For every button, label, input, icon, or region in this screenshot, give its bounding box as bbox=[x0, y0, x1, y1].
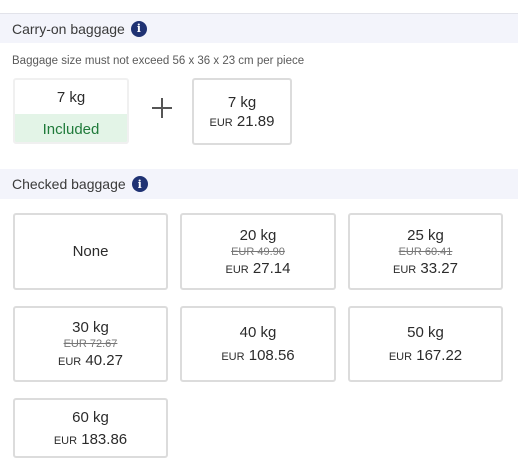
currency-label: EUR bbox=[58, 356, 82, 368]
carry-on-header: Carry-on baggage i bbox=[0, 13, 518, 43]
price-value: 108.56 bbox=[248, 347, 295, 364]
plus-icon bbox=[150, 96, 174, 120]
included-badge: Included bbox=[15, 114, 127, 142]
option-price: EUR 27.14 bbox=[226, 260, 291, 277]
option-weight: 20 kg bbox=[239, 226, 277, 244]
carry-on-title: Carry-on baggage bbox=[12, 20, 125, 37]
carry-on-extra-weight: 7 kg bbox=[227, 93, 257, 111]
option-price: EUR 167.22 bbox=[389, 347, 462, 364]
option-weight: 25 kg bbox=[407, 226, 444, 244]
option-price: EUR 108.56 bbox=[221, 347, 294, 364]
info-icon[interactable]: i bbox=[131, 176, 148, 192]
checked-option-none[interactable]: None bbox=[13, 213, 168, 290]
currency-label: EUR bbox=[393, 263, 417, 276]
carry-on-extra-option[interactable]: 7 kg EUR 21.89 bbox=[192, 78, 292, 145]
carry-on-included-option[interactable]: 7 kg Included bbox=[13, 78, 129, 144]
option-weight: None bbox=[72, 243, 109, 260]
checked-option-30kg[interactable]: 30 kg EUR 72.67 EUR 40.27 bbox=[13, 306, 168, 382]
original-price: EUR 49.90 bbox=[231, 245, 285, 258]
option-price: EUR 40.27 bbox=[58, 352, 123, 369]
checked-option-40kg[interactable]: 40 kg EUR 108.56 bbox=[180, 306, 336, 382]
carry-on-size-note: Baggage size must not exceed 56 x 36 x 2… bbox=[12, 55, 305, 67]
checked-baggage-header: Checked baggage i bbox=[0, 169, 518, 199]
price-value: 183.86 bbox=[81, 430, 128, 448]
checked-baggage-title: Checked baggage bbox=[12, 176, 126, 192]
currency-label: EUR bbox=[221, 351, 245, 363]
carry-on-extra-price: EUR 21.89 bbox=[210, 113, 275, 130]
checked-option-20kg[interactable]: 20 kg EUR 49.90 EUR 27.14 bbox=[180, 213, 336, 290]
checked-option-60kg[interactable]: 60 kg EUR 183.86 bbox=[13, 398, 168, 458]
info-icon[interactable]: i bbox=[130, 20, 147, 37]
option-price: EUR 33.27 bbox=[393, 260, 458, 277]
currency-label: EUR bbox=[53, 434, 78, 447]
option-weight: 50 kg bbox=[407, 324, 444, 341]
option-weight: 60 kg bbox=[72, 408, 109, 426]
option-weight: 40 kg bbox=[239, 324, 277, 341]
price-value: 21.89 bbox=[236, 112, 275, 130]
price-value: 40.27 bbox=[85, 352, 123, 369]
price-value: 167.22 bbox=[416, 347, 463, 364]
price-value: 27.14 bbox=[252, 259, 291, 277]
option-weight: 30 kg bbox=[72, 319, 109, 336]
original-price: EUR 60.41 bbox=[398, 245, 453, 258]
option-price: EUR 183.86 bbox=[54, 431, 127, 448]
original-price: EUR 72.67 bbox=[63, 338, 118, 350]
checked-option-50kg[interactable]: 50 kg EUR 167.22 bbox=[348, 306, 503, 382]
currency-label: EUR bbox=[209, 116, 233, 129]
carry-on-included-weight: 7 kg bbox=[56, 88, 86, 106]
price-value: 33.27 bbox=[420, 259, 458, 277]
currency-label: EUR bbox=[388, 351, 413, 363]
checked-option-25kg[interactable]: 25 kg EUR 60.41 EUR 33.27 bbox=[348, 213, 503, 290]
currency-label: EUR bbox=[225, 263, 249, 276]
